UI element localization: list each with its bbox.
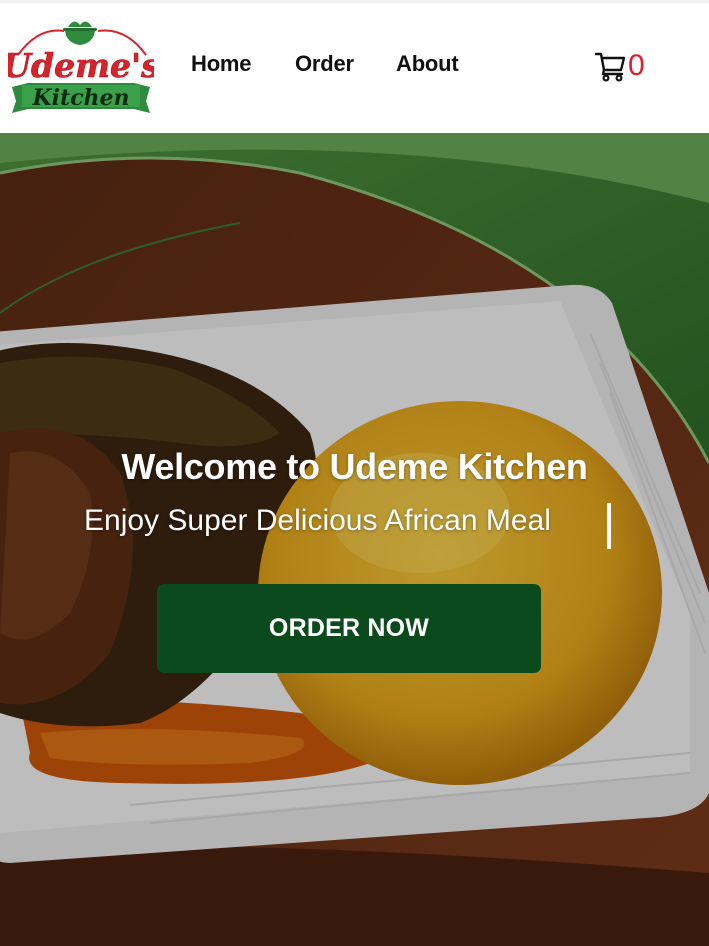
cart-icon xyxy=(595,52,626,82)
site-header: Udeme's Kitchen Home Order About 0 xyxy=(0,0,709,133)
svg-text:Udeme's: Udeme's xyxy=(8,46,154,85)
hero-food-image xyxy=(0,133,709,946)
cart-count: 0 xyxy=(628,49,645,82)
nav-about-link[interactable]: About xyxy=(396,51,459,77)
typing-caret xyxy=(607,503,611,549)
hero-section: Welcome to Udeme Kitchen Enjoy Super Del… xyxy=(0,133,709,946)
svg-text:Kitchen: Kitchen xyxy=(31,85,129,111)
nav-home-link[interactable]: Home xyxy=(191,51,252,77)
cart-button[interactable]: 0 xyxy=(595,47,645,85)
nav-order-link[interactable]: Order xyxy=(295,51,354,77)
bowl-icon xyxy=(63,21,97,45)
hero-subtitle: Enjoy Super Delicious African Meal xyxy=(84,504,551,537)
udemes-kitchen-logo[interactable]: Udeme's Kitchen xyxy=(8,15,154,117)
hero-title: Welcome to Udeme Kitchen xyxy=(121,446,588,487)
order-now-button[interactable]: ORDER NOW xyxy=(157,584,541,673)
